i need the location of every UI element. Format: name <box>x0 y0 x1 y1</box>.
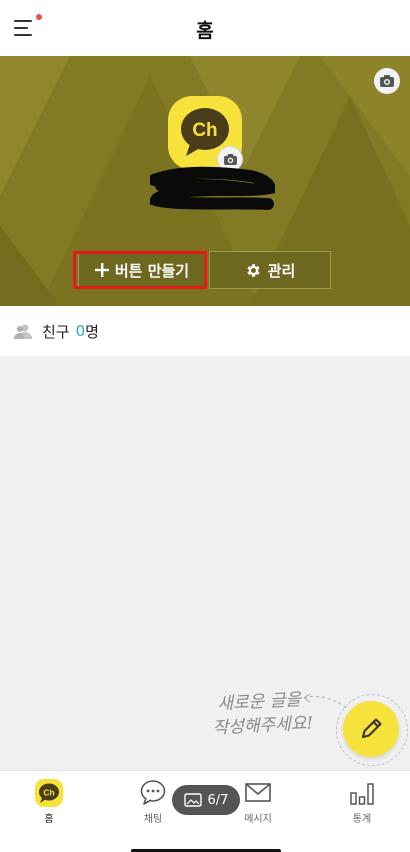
friends-count: 0 <box>75 322 86 340</box>
redacted-channel-name <box>150 166 275 210</box>
tab-stats[interactable]: 통계 <box>327 779 397 825</box>
bottom-tab-bar: Ch 홈 채팅 6/7 메시지 통계 <box>0 770 410 852</box>
camera-icon <box>380 75 394 87</box>
change-background-camera-button[interactable] <box>374 68 400 94</box>
image-icon <box>183 793 202 807</box>
manage-button-label: 관리 <box>267 261 296 280</box>
friends-unit: 명 <box>85 322 99 341</box>
friends-icon <box>14 324 32 339</box>
compose-hint: 새로운 글을 작성해주세요! <box>211 687 314 740</box>
tab-stats-label: 통계 <box>352 814 372 825</box>
tab-message[interactable]: 메시지 <box>223 779 293 825</box>
compose-post-button[interactable] <box>343 701 399 757</box>
tab-chat-label: 채팅 <box>143 814 163 825</box>
bar-chart-icon <box>350 783 374 805</box>
svg-text:Ch: Ch <box>43 788 54 798</box>
camera-icon <box>223 153 237 165</box>
manage-button[interactable]: 관리 <box>209 251 331 289</box>
logo-text: Ch <box>192 120 217 141</box>
top-bar: 홈 <box>0 0 410 56</box>
gear-icon <box>247 263 260 277</box>
chat-bubble-icon <box>140 780 166 805</box>
tab-home-label: 홈 <box>44 814 54 825</box>
friends-row[interactable]: 친구 0명 <box>0 306 410 356</box>
tab-home[interactable]: Ch 홈 <box>14 779 84 825</box>
pencil-icon <box>362 718 382 738</box>
highlight-box <box>73 251 207 289</box>
page-title: 홈 <box>196 20 214 42</box>
tab-message-label: 메시지 <box>244 814 272 825</box>
friends-label: 친구 <box>42 322 70 341</box>
compose-hint-line2: 작성해주세요! <box>212 713 314 739</box>
home-ch-icon: Ch <box>35 779 63 807</box>
envelope-icon <box>245 783 271 802</box>
